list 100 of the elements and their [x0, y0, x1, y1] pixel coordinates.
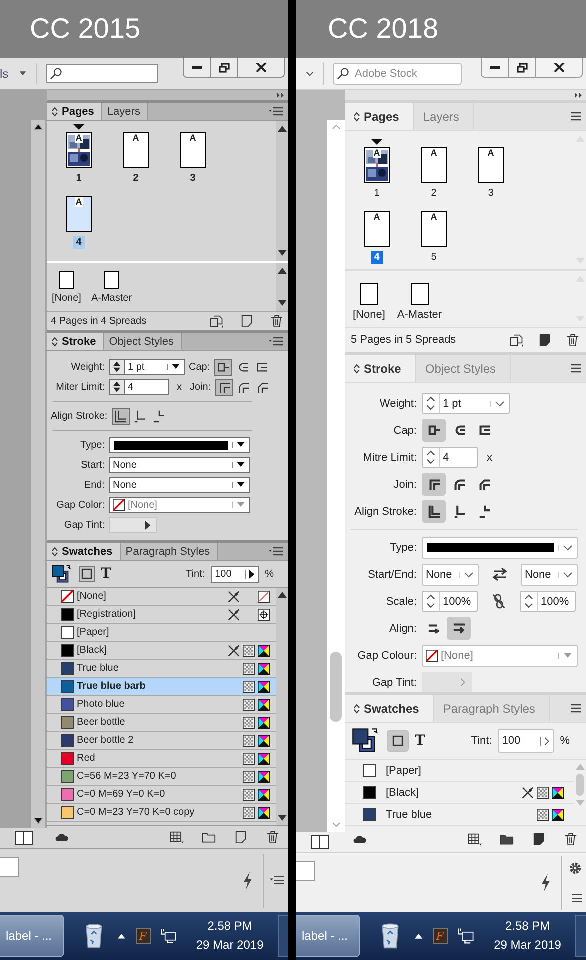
settings-icon[interactable]	[568, 862, 582, 876]
page-thumbnail[interactable]: A	[421, 211, 447, 247]
page-thumbnail[interactable]: A	[123, 132, 149, 168]
tray-arrow-icon[interactable]	[414, 934, 423, 938]
panel-tab[interactable]: Pages	[345, 103, 414, 130]
panel-tab[interactable]: Layers	[102, 103, 148, 120]
close-button[interactable]	[536, 58, 583, 78]
panel-tab[interactable]: Stroke	[345, 355, 416, 382]
app-tray-icon[interactable]: F	[432, 928, 448, 944]
search-field[interactable]: Adobe Stock	[333, 62, 462, 84]
join-option-button[interactable]	[422, 473, 446, 496]
lightning-icon[interactable]	[541, 874, 551, 892]
swatch-row[interactable]: Red	[47, 750, 276, 768]
new-page-icon[interactable]	[240, 314, 254, 328]
unlinked-chain-icon[interactable]	[491, 594, 507, 609]
number-field[interactable]: 4	[109, 379, 169, 395]
restore-button[interactable]	[211, 58, 238, 78]
swatch-row[interactable]: [None]	[47, 588, 276, 606]
dropdown[interactable]	[109, 437, 250, 453]
master-thumbnail[interactable]	[104, 271, 120, 289]
fill-stroke-icon[interactable]	[351, 727, 381, 755]
panel-tab[interactable]: Stroke	[47, 333, 104, 350]
swatch-row[interactable]: C=0 M=69 Y=0 K=0	[47, 786, 276, 804]
expand-icon[interactable]	[277, 92, 285, 98]
scroll-up-icon[interactable]	[34, 124, 42, 130]
text-toggle-button[interactable]: T	[415, 733, 426, 749]
scrollbar-thumb[interactable]	[576, 774, 584, 796]
recycle-bin-icon[interactable]	[380, 922, 401, 950]
split-view-icon[interactable]	[15, 831, 33, 845]
tray-arrow-icon[interactable]	[118, 934, 126, 938]
panel-menu-icon[interactable]	[269, 337, 283, 346]
swatch-row[interactable]: Beer bottle 2	[47, 732, 276, 750]
swatch-row[interactable]: [Black]	[345, 782, 574, 804]
dropdown[interactable]	[422, 536, 578, 558]
tint-field[interactable]: 100	[211, 566, 260, 582]
scroll-up-icon[interactable]	[278, 126, 286, 132]
page-thumbnail[interactable]: A	[364, 147, 390, 183]
close-button[interactable]	[238, 58, 285, 78]
split-view-icon[interactable]	[311, 835, 329, 849]
scrollbar-thumb[interactable]	[330, 652, 342, 722]
grid-icon[interactable]	[468, 832, 482, 846]
restore-button[interactable]	[509, 58, 536, 78]
page-thumbnail[interactable]: A	[180, 132, 206, 168]
align-option-button[interactable]	[422, 500, 446, 523]
panel-tab[interactable]: Pages	[47, 103, 102, 120]
page-size-icon[interactable]	[510, 334, 524, 346]
swatch-row[interactable]: Beer bottle	[47, 714, 276, 732]
page-thumbnail[interactable]: A	[66, 132, 92, 168]
swatch-row[interactable]: True blue	[345, 804, 574, 825]
cap-option-button[interactable]	[422, 419, 446, 442]
scroll-down-icon[interactable]	[278, 250, 286, 256]
page-thumbnail[interactable]: A	[66, 196, 92, 232]
swatch-row[interactable]: C=56 M=23 Y=70 K=0	[47, 768, 276, 786]
master-thumbnail[interactable]	[410, 283, 429, 305]
panel-tab[interactable]: Swatches	[47, 543, 121, 560]
dropdown[interactable]: None	[422, 564, 479, 586]
scroll-down-icon[interactable]	[34, 818, 42, 824]
collapse-toggle-icon[interactable]	[354, 112, 360, 122]
join-option-button[interactable]	[215, 378, 234, 396]
scroll-down-icon[interactable]	[278, 300, 286, 306]
swatch-row[interactable]: [Black]	[47, 642, 276, 660]
recycle-bin-icon[interactable]	[84, 922, 104, 950]
search-input[interactable]: Adobe Stock	[351, 68, 461, 80]
page-thumbnail[interactable]: A	[421, 147, 447, 183]
folder-icon[interactable]	[202, 830, 216, 844]
panel-tab[interactable]: Object Styles	[104, 333, 182, 350]
app-tray-icon[interactable]: F	[136, 928, 151, 944]
new-page-icon[interactable]	[538, 334, 552, 346]
dropdown[interactable]: None	[109, 457, 250, 473]
stepper-arrows-icon[interactable]	[110, 380, 125, 394]
number-field[interactable]: 4	[422, 447, 478, 468]
swatch-row[interactable]: True blue barb	[47, 678, 276, 696]
direction-option-button[interactable]	[447, 617, 471, 640]
number-field[interactable]: 1 pt	[109, 359, 185, 375]
dropdown[interactable]: None	[521, 564, 578, 586]
folder-icon[interactable]	[500, 832, 514, 846]
collapse-toggle-icon[interactable]	[354, 364, 360, 374]
trash-icon[interactable]	[564, 832, 578, 846]
minimize-button[interactable]	[183, 58, 211, 78]
panel-menu-icon[interactable]	[269, 547, 283, 556]
lightning-icon[interactable]	[243, 872, 253, 890]
swatch-row[interactable]: [Paper]	[345, 760, 574, 782]
show-desktop-button[interactable]	[278, 915, 288, 957]
workspace-menu[interactable]: ls	[0, 66, 9, 80]
panel-menu-icon[interactable]	[269, 107, 283, 116]
trash-icon[interactable]	[270, 314, 284, 328]
swatch-row[interactable]: C=0 M=23 Y=70 K=0 copy	[47, 804, 276, 822]
taskbar-window-button[interactable]: label - ...	[296, 915, 360, 957]
search-field[interactable]	[46, 64, 158, 83]
dropdown[interactable]: None	[109, 477, 250, 493]
new-swatch-icon[interactable]	[234, 830, 248, 844]
panel-tab[interactable]: Swatches	[345, 695, 434, 722]
scroll-up-icon[interactable]	[278, 268, 286, 274]
network-icon[interactable]	[458, 928, 474, 944]
trash-icon[interactable]	[566, 334, 580, 346]
trash-icon[interactable]	[266, 830, 280, 844]
collapse-toggle-icon[interactable]	[52, 336, 58, 346]
scroll-down-icon[interactable]	[278, 815, 286, 821]
number-field[interactable]: 100%	[520, 591, 576, 612]
align-option-button[interactable]	[112, 408, 130, 424]
